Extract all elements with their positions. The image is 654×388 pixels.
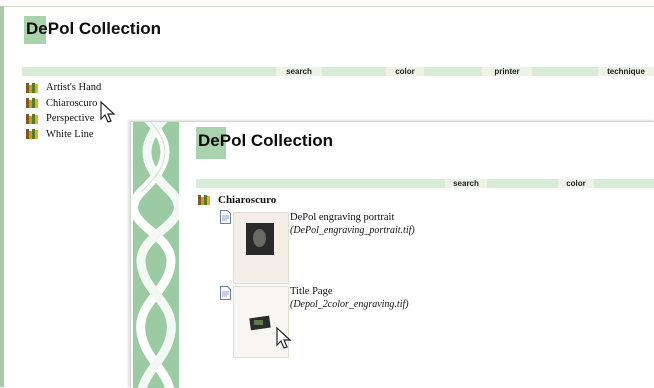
window-left-border xyxy=(0,6,4,387)
image-file-icon[interactable] xyxy=(220,286,231,300)
nav-technique[interactable]: technique xyxy=(598,67,654,76)
item-filename: (Depol_2color_engraving.tif) xyxy=(290,299,409,310)
nav-color[interactable]: color xyxy=(386,67,424,76)
image-file-icon[interactable] xyxy=(220,210,231,224)
item-filename: (DePol_engraving_portrait.tif) xyxy=(290,225,415,236)
nav-printer[interactable]: printer xyxy=(482,67,532,76)
books-icon xyxy=(26,129,39,140)
title-page-green-detail xyxy=(254,320,263,325)
nav-search[interactable]: search xyxy=(276,67,322,76)
mouse-cursor-icon xyxy=(100,101,116,123)
section-heading: Chiaroscuro xyxy=(198,194,277,206)
sidebar-item-perspective[interactable]: Perspective xyxy=(26,111,101,127)
inner-nav-search[interactable]: search xyxy=(445,179,487,188)
collection-sidebar: Artist's Hand Chiaroscuro Perspective Wh… xyxy=(26,80,101,142)
braid-border-icon xyxy=(133,122,179,388)
item-title[interactable]: DePol engraving portrait xyxy=(290,212,394,223)
site-title: DePol Collection xyxy=(26,19,162,38)
books-icon xyxy=(198,195,211,205)
sidebar-item-label: White Line xyxy=(46,128,94,140)
inner-nav-bar: search color xyxy=(196,179,654,188)
inner-nav-color[interactable]: color xyxy=(558,179,594,188)
books-icon xyxy=(26,113,39,124)
inner-site-title: DePol Collection xyxy=(198,131,334,150)
window-top-border xyxy=(4,6,654,7)
sidebar-item-label: Artist's Hand xyxy=(46,82,102,94)
sidebar-item-chiaroscuro[interactable]: Chiaroscuro xyxy=(26,96,101,112)
item-title[interactable]: Title Page xyxy=(290,286,333,297)
books-icon xyxy=(26,82,39,93)
sidebar-item-artists-hand[interactable]: Artist's Hand xyxy=(26,80,101,96)
sidebar-item-label: Chiaroscuro xyxy=(46,97,98,109)
mouse-cursor-icon xyxy=(276,327,292,349)
books-icon xyxy=(26,98,39,109)
chiaroscuro-page-window xyxy=(130,121,654,388)
sidebar-item-white-line[interactable]: White Line xyxy=(26,127,101,143)
main-nav-bar: search color printer technique xyxy=(22,67,654,76)
thumbnail-portrait[interactable] xyxy=(233,212,289,284)
portrait-face-shape xyxy=(253,229,266,247)
sidebar-item-label: Perspective xyxy=(46,113,95,125)
section-title: Chiaroscuro xyxy=(218,194,277,206)
